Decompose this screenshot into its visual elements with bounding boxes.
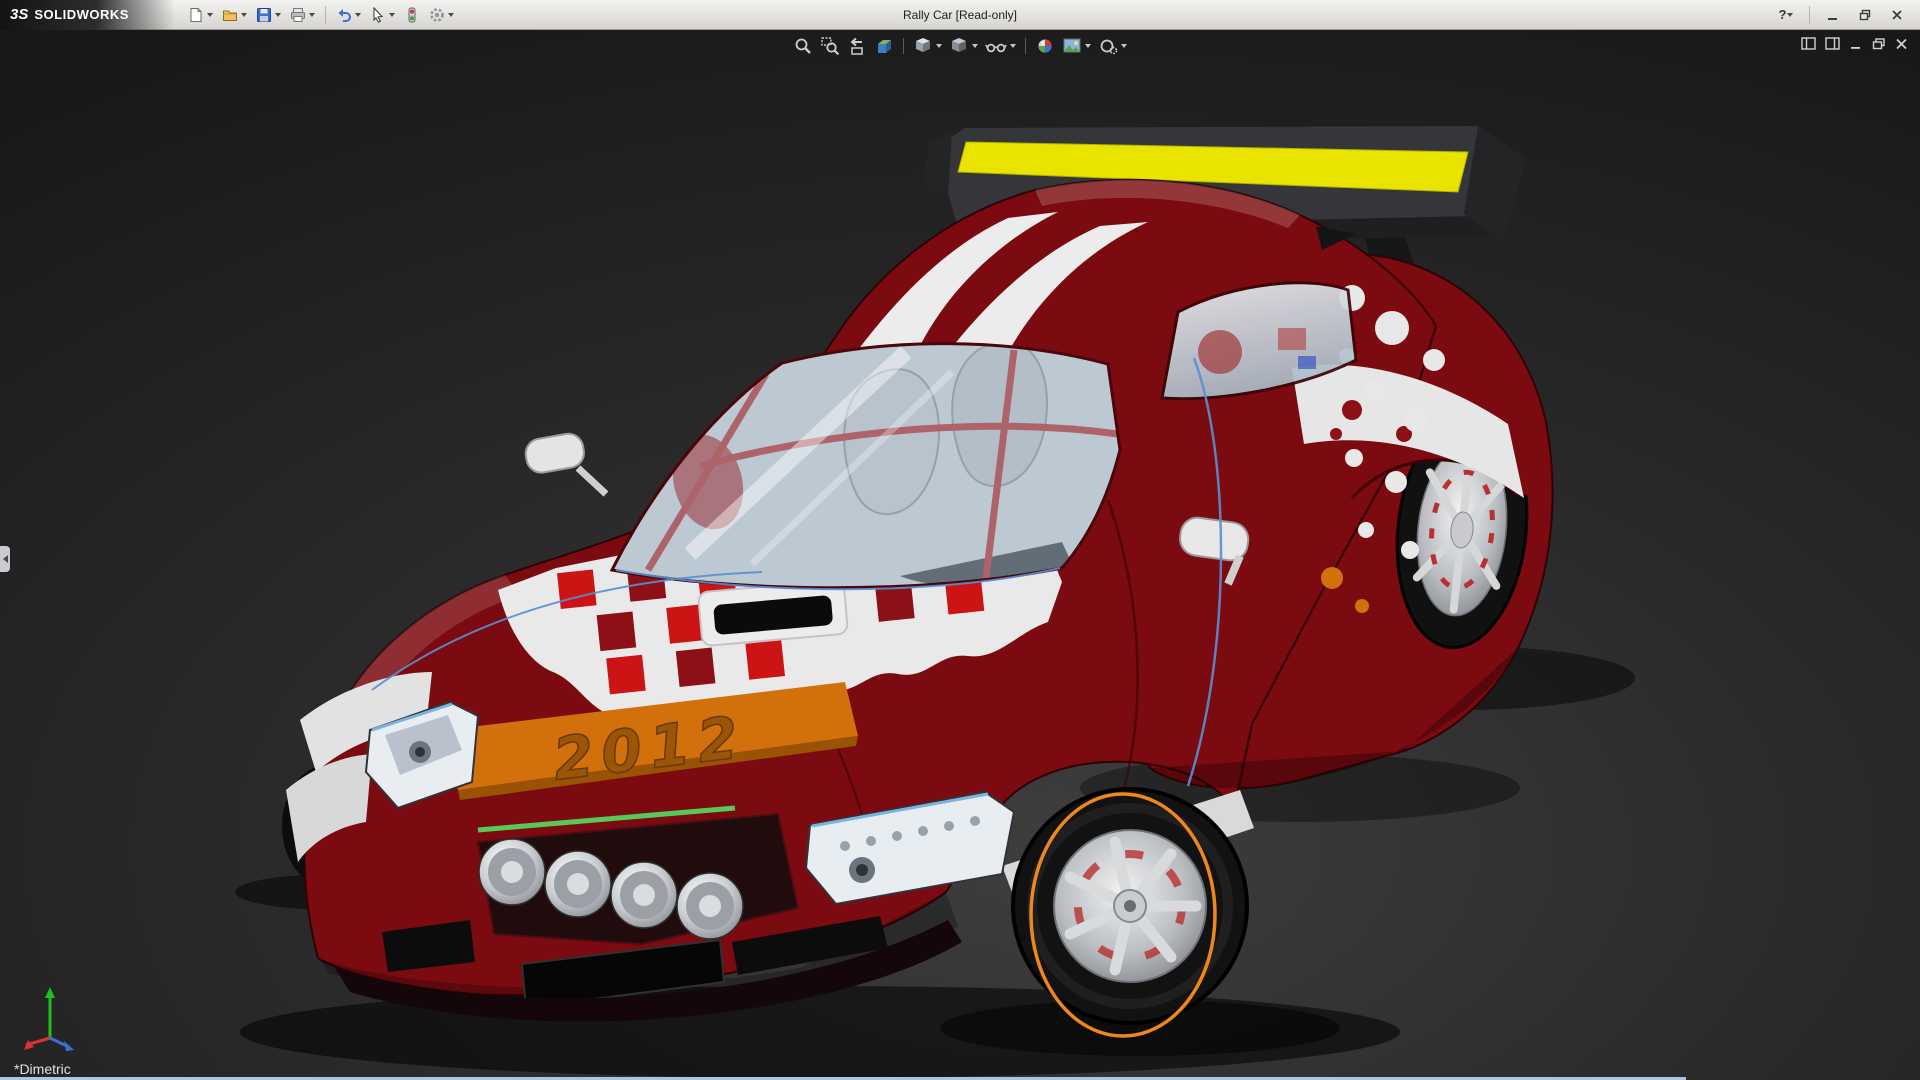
zoom-to-fit-icon [793,36,813,56]
view-settings-button[interactable] [1097,35,1128,57]
pane-left-icon [1801,37,1816,50]
close-button[interactable] [1884,5,1910,25]
apply-scene-button[interactable] [1061,35,1092,57]
3d-model-rally-car[interactable]: 2012 [0,30,1920,1080]
restore-icon [1859,9,1871,21]
save-floppy-icon [256,7,272,23]
logo-brand-text: SOLIDWORKS [34,7,129,22]
minimize-icon [1827,9,1839,21]
close-document-button[interactable] [1895,38,1908,50]
dropdown-caret[interactable] [1121,44,1127,48]
print-icon [290,7,306,23]
show-pane-left-button[interactable] [1801,37,1816,50]
dropdown-caret[interactable] [309,13,315,17]
graphics-viewport[interactable]: 2012 [0,30,1920,1080]
help-icon: ? [1779,7,1787,22]
previous-view-button[interactable] [846,35,868,57]
heads-up-view-toolbar [792,35,1128,57]
display-style-button[interactable] [948,35,979,57]
reference-triad [16,980,86,1054]
scene-photo-icon [1062,36,1082,56]
window-title: Rally Car [Read-only] [903,8,1017,22]
section-view-icon [874,36,894,56]
zoom-to-area-button[interactable] [819,35,841,57]
select-cursor-icon [370,7,386,23]
zoom-to-fit-button[interactable] [792,35,814,57]
toolbar-separator [325,6,326,24]
appearance-ball-icon [1035,36,1055,56]
dropdown-caret[interactable] [1010,44,1016,48]
flyout-left-arrow-icon [3,555,8,563]
dropdown-caret[interactable] [207,13,213,17]
section-view-button[interactable] [873,35,895,57]
view-orientation-cube-icon [913,36,933,56]
3ds-logo-icon: 3S [10,6,28,23]
hide-show-items-button[interactable] [984,35,1017,57]
dropdown-caret[interactable] [448,13,454,17]
dropdown-caret[interactable] [1085,44,1091,48]
dropdown-caret[interactable] [275,13,281,17]
rebuild-icon [404,7,420,23]
options-gear-icon [429,7,445,23]
restore-document-button[interactable] [1872,38,1886,50]
new-document-button[interactable] [185,5,216,25]
show-pane-right-button[interactable] [1825,37,1840,50]
eyeglasses-icon [985,36,1007,56]
titlebar: 3S SOLIDWORKS [0,0,1920,30]
open-folder-icon [222,7,238,23]
dropdown-caret[interactable] [355,13,361,17]
view-orientation-label: *Dimetric [14,1061,71,1077]
help-button[interactable]: ? [1773,5,1799,25]
pane-right-icon [1825,37,1840,50]
view-orientation-button[interactable] [912,35,943,57]
standard-toolbar [185,5,457,25]
dropdown-caret[interactable] [936,44,942,48]
dropdown-caret[interactable] [972,44,978,48]
display-style-icon [949,36,969,56]
featuremanager-flyout-tab[interactable] [0,546,10,572]
options-button[interactable] [426,5,457,25]
restore-button[interactable] [1852,5,1878,25]
save-button[interactable] [253,5,284,25]
close-icon [1891,9,1903,21]
select-button[interactable] [367,5,398,25]
edit-appearance-button[interactable] [1034,35,1056,57]
close-document-icon [1895,38,1908,50]
minimize-document-button[interactable] [1849,38,1863,50]
toolbar-separator [1809,6,1810,24]
print-button[interactable] [287,5,318,25]
hud-separator [1025,38,1026,54]
dropdown-caret[interactable] [1787,13,1793,17]
previous-view-icon [847,36,867,56]
solidworks-app-window: 3S SOLIDWORKS [0,0,1920,1080]
new-document-icon [188,7,204,23]
minimize-document-icon [1849,38,1863,50]
solidworks-logo: 3S SOLIDWORKS [0,0,175,30]
undo-arrow-icon [336,7,352,23]
minimize-button[interactable] [1820,5,1846,25]
hud-separator [903,38,904,54]
dropdown-caret[interactable] [241,13,247,17]
undo-button[interactable] [333,5,364,25]
titlebar-window-controls: ? [1773,5,1920,25]
document-window-controls [1801,37,1908,50]
restore-document-icon [1872,38,1886,50]
view-settings-icon [1098,36,1118,56]
rebuild-button[interactable] [401,5,423,25]
dropdown-caret[interactable] [389,13,395,17]
open-button[interactable] [219,5,250,25]
zoom-to-area-icon [820,36,840,56]
